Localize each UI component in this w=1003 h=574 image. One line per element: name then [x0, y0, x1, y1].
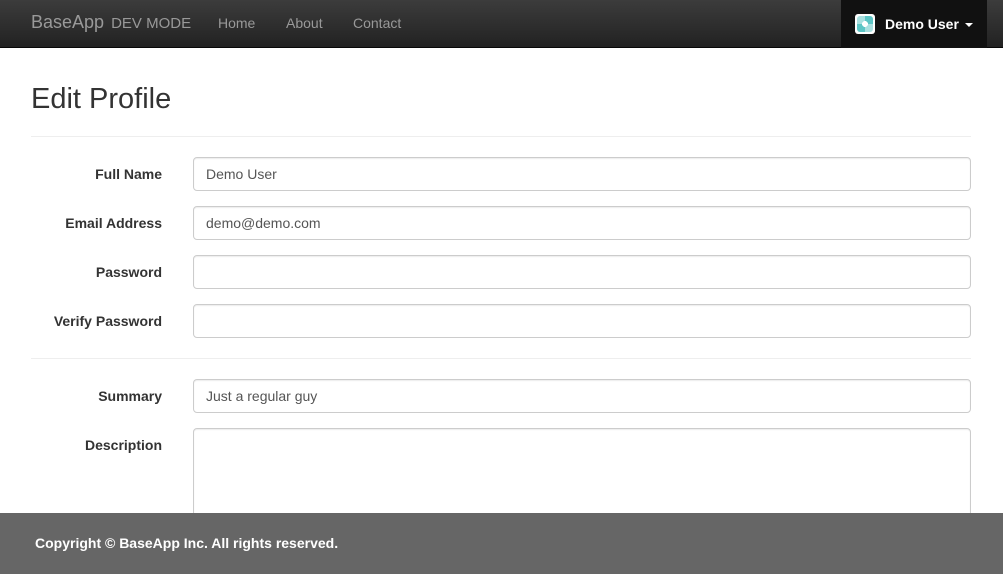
password-label: Password [95, 264, 162, 280]
full-name-input[interactable] [193, 157, 971, 191]
nav-about-link[interactable]: About [286, 15, 323, 31]
summary-label: Summary [98, 388, 162, 404]
brand-dev-mode: DEV MODE [111, 15, 192, 32]
email-input[interactable] [193, 206, 971, 240]
verify-password-label: Verify Password [53, 313, 162, 329]
user-menu-dropdown[interactable]: Demo User [841, 0, 987, 48]
email-label: Email Address [65, 215, 162, 231]
password-input[interactable] [193, 255, 971, 289]
caret-down-icon [964, 23, 973, 27]
brand-link[interactable]: BaseApp DEV MODE [31, 12, 191, 33]
title-divider [31, 136, 971, 137]
section-divider [31, 358, 971, 359]
nav-home-link[interactable]: Home [218, 15, 255, 31]
top-navbar: BaseApp DEV MODE Home About Contact Demo… [0, 0, 1003, 48]
page-title: Edit Profile [31, 83, 172, 115]
full-name-label: Full Name [95, 166, 162, 182]
verify-password-input[interactable] [193, 304, 971, 338]
identicon-avatar-icon [855, 14, 875, 34]
summary-input[interactable] [193, 379, 971, 413]
copyright-text: Copyright © BaseApp Inc. All rights rese… [35, 535, 339, 551]
user-name: Demo User [885, 16, 959, 32]
nav-contact-link[interactable]: Contact [353, 15, 401, 31]
page-footer: Copyright © BaseApp Inc. All rights rese… [0, 513, 1003, 574]
brand-name: BaseApp [31, 12, 105, 32]
description-label: Description [84, 437, 162, 453]
